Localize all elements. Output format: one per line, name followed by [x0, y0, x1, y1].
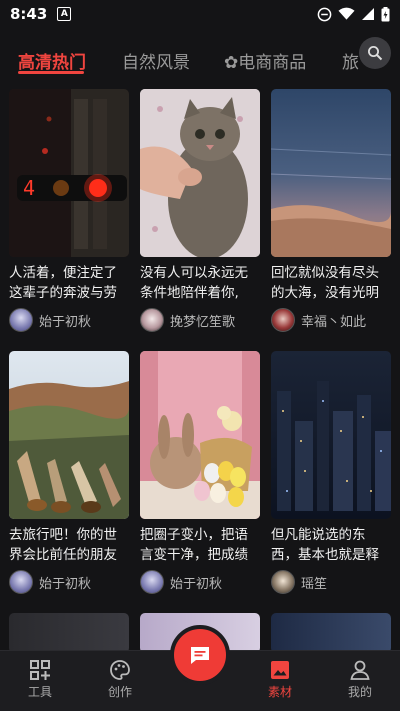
- avatar: [271, 570, 295, 594]
- sunset-beach-photo: [271, 89, 391, 257]
- avatar: [140, 570, 164, 594]
- material-card[interactable]: 但凡能说选的东西，基本也就是释 瑶笙: [271, 351, 391, 595]
- card-author: 挽梦忆笙歌: [140, 307, 260, 333]
- nav-mine[interactable]: 我的: [330, 659, 390, 700]
- cliff-travel-photo: [9, 351, 129, 519]
- search-icon: [368, 46, 383, 61]
- person-icon: [350, 660, 370, 680]
- traffic-light-photo: 4: [9, 89, 129, 257]
- nav-mine-label: 我的: [347, 685, 372, 699]
- nav-create[interactable]: 创作: [90, 659, 150, 700]
- message-fab-button[interactable]: [170, 625, 230, 685]
- avatar: [9, 570, 33, 594]
- material-card[interactable]: 把圈子变小，把语言变干净，把成绩 始于初秋: [140, 351, 260, 595]
- status-time: 8:43: [10, 5, 48, 23]
- material-card-thumbnail[interactable]: [9, 613, 129, 653]
- kitten-photo: [140, 89, 260, 257]
- wifi-icon: [338, 7, 355, 20]
- tab-travel[interactable]: 旅: [342, 48, 359, 73]
- status-bar: 8:43 A: [0, 0, 400, 28]
- card-title: 但凡能说选的东西，基本也就是释: [271, 527, 379, 563]
- image-icon: [271, 661, 289, 679]
- avatar: [271, 308, 295, 332]
- night-city-photo: [271, 351, 391, 519]
- active-tab-indicator: [18, 71, 84, 74]
- card-title: 把圈子变小，把语言变干净，把成绩: [140, 527, 248, 563]
- card-title: 没有人可以永远无条件地陪伴着你,: [140, 265, 248, 301]
- nav-material-label: 素材: [267, 685, 292, 699]
- do-not-disturb-icon: [317, 7, 332, 21]
- palette-icon: [110, 660, 130, 680]
- category-tabs: 高清热门 自然风景 ✿电商商品 旅: [0, 38, 400, 82]
- card-author: 幸福丶如此: [271, 307, 391, 333]
- battery-charging-icon: [381, 6, 390, 21]
- search-button[interactable]: [359, 37, 391, 69]
- card-title: 人活着，便注定了这辈子的奔波与劳: [9, 265, 117, 301]
- nav-material[interactable]: 素材: [250, 659, 310, 700]
- author-name: 瑶笙: [301, 576, 328, 592]
- author-name: 挽梦忆笙歌: [170, 314, 236, 330]
- material-card[interactable]: 没有人可以永远无条件地陪伴着你, 挽梦忆笙歌: [140, 89, 260, 333]
- nav-tools-label: 工具: [27, 685, 52, 699]
- tab-hd-hot[interactable]: 高清热门: [18, 48, 86, 73]
- avatar: [9, 308, 33, 332]
- avatar: [140, 308, 164, 332]
- card-author: 始于初秋: [140, 569, 260, 595]
- card-title: 回忆就似没有尽头的大海，没有光明: [271, 265, 379, 301]
- cellular-signal-icon: [362, 8, 374, 20]
- card-author: 始于初秋: [9, 569, 129, 595]
- message-icon: [191, 647, 209, 664]
- material-card[interactable]: 回忆就似没有尽头的大海，没有光明 幸福丶如此: [271, 89, 391, 333]
- card-author: 始于初秋: [9, 307, 129, 333]
- svg-text:4: 4: [23, 176, 35, 200]
- nav-create-label: 创作: [107, 685, 132, 699]
- tab-nature-scenery[interactable]: 自然风景: [122, 48, 190, 73]
- card-title: 去旅行吧！你的世界会比前任的朋友: [9, 527, 117, 563]
- tab-ecommerce-products[interactable]: ✿电商商品: [224, 48, 306, 73]
- app-notification-icon: A: [57, 7, 72, 21]
- nav-tools[interactable]: 工具: [10, 659, 70, 700]
- bunny-eggs-photo: [140, 351, 260, 519]
- author-name: 始于初秋: [39, 314, 92, 330]
- author-name: 始于初秋: [170, 576, 223, 592]
- author-name: 幸福丶如此: [301, 314, 367, 330]
- author-name: 始于初秋: [39, 576, 92, 592]
- card-author: 瑶笙: [271, 569, 391, 595]
- material-card[interactable]: 4 人活着，便注定了这辈子的奔波与劳 始于初秋: [9, 89, 129, 333]
- material-card-thumbnail[interactable]: [271, 613, 391, 653]
- material-card[interactable]: 去旅行吧！你的世界会比前任的朋友 始于初秋: [9, 351, 129, 595]
- tools-grid-icon: [30, 660, 50, 680]
